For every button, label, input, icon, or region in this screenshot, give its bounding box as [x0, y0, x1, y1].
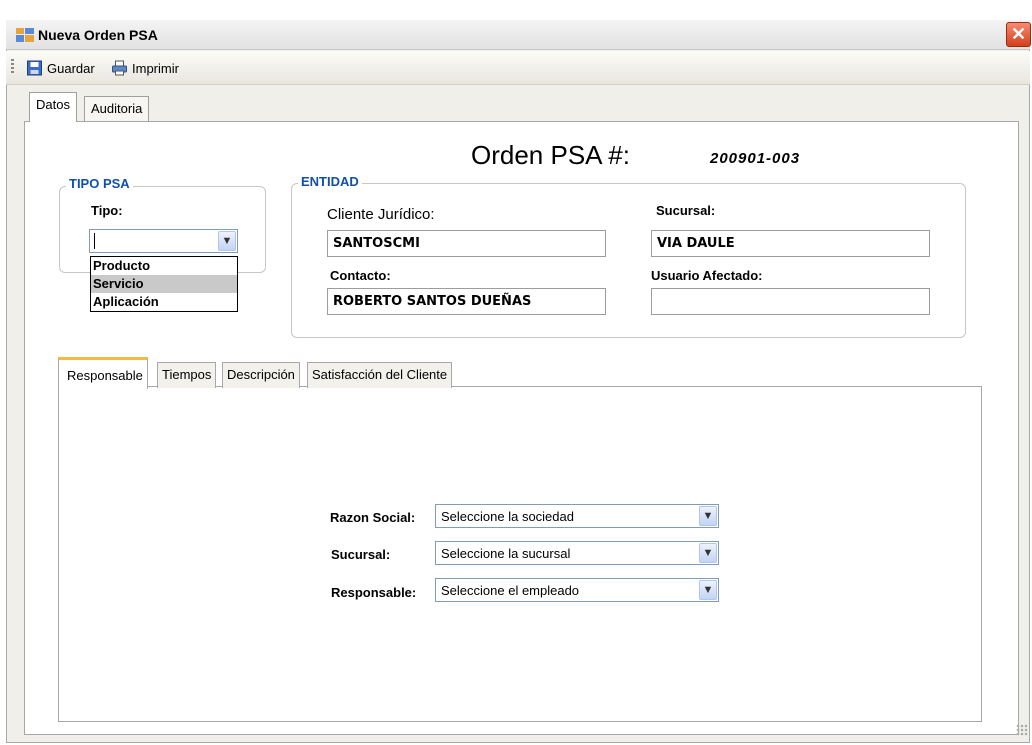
sucursal-field[interactable]: VIA DAULE	[651, 230, 930, 257]
sucursal-select-value: Seleccione la sucursal	[441, 546, 571, 561]
tipo-psa-legend: TIPO PSA	[66, 176, 133, 191]
chevron-down-icon[interactable]: ▼	[699, 543, 717, 563]
entidad-legend: ENTIDAD	[298, 174, 362, 189]
sucursal-select-label: Sucursal:	[331, 547, 391, 562]
tab-responsable[interactable]: Responsable	[58, 357, 148, 389]
tab-descripcion[interactable]: Descripción	[222, 362, 300, 388]
responsable-label: Responsable:	[331, 585, 417, 600]
cliente-label: Cliente Jurídico:	[327, 206, 435, 223]
resize-grip-icon[interactable]	[1016, 724, 1028, 736]
save-button[interactable]: Guardar	[26, 56, 95, 80]
responsable-select[interactable]: Seleccione el empleado ▼	[435, 578, 719, 602]
tab-auditoria[interactable]: Auditoria	[84, 96, 150, 121]
text-cursor	[94, 233, 95, 249]
orden-number: 200901-003	[710, 150, 801, 167]
window-title: Nueva Orden PSA	[38, 27, 158, 43]
chevron-down-icon[interactable]: ▼	[699, 580, 717, 600]
tipo-combobox[interactable]: ▼	[89, 229, 238, 253]
close-icon: ✕	[1010, 24, 1027, 44]
print-label: Imprimir	[132, 60, 179, 76]
contacto-field[interactable]: ROBERTO SANTOS DUEÑAS	[327, 288, 606, 315]
app-form-icon	[16, 28, 34, 42]
floppy-disk-icon	[27, 60, 42, 76]
tab-satisfaccion[interactable]: Satisfacción del Cliente	[307, 362, 453, 388]
chevron-down-icon[interactable]: ▼	[218, 231, 236, 251]
contacto-label: Contacto:	[330, 268, 391, 283]
razon-social-value: Seleccione la sociedad	[441, 509, 574, 524]
responsable-value: Seleccione el empleado	[441, 583, 580, 598]
usuario-afectado-field[interactable]	[651, 288, 930, 315]
razon-social-select[interactable]: Seleccione la sociedad ▼	[435, 504, 719, 528]
option-servicio[interactable]: Servicio	[91, 275, 237, 293]
razon-social-label: Razon Social:	[330, 510, 416, 525]
tab-datos[interactable]: Datos	[29, 92, 77, 122]
save-label: Guardar	[47, 60, 95, 76]
chevron-down-icon[interactable]: ▼	[699, 506, 717, 526]
sucursal-select[interactable]: Seleccione la sucursal ▼	[435, 541, 719, 565]
close-button[interactable]: ✕	[1006, 22, 1031, 47]
orden-title: Orden PSA #:	[471, 140, 630, 170]
option-producto[interactable]: Producto	[91, 257, 237, 275]
printer-icon	[112, 60, 127, 76]
sucursal-label: Sucursal:	[656, 203, 716, 218]
usuario-afectado-label: Usuario Afectado:	[651, 268, 763, 283]
tipo-label: Tipo:	[91, 203, 123, 218]
tab-tiempos[interactable]: Tiempos	[157, 362, 217, 388]
print-button[interactable]: Imprimir	[111, 56, 179, 80]
option-aplicacion[interactable]: Aplicación	[91, 293, 237, 311]
tipo-dropdown-list: Producto Servicio Aplicación	[90, 256, 238, 312]
toolbar-grip-icon[interactable]	[11, 59, 14, 75]
cliente-field[interactable]: SANTOSCMI	[327, 230, 606, 257]
title-bar	[6, 20, 1030, 50]
